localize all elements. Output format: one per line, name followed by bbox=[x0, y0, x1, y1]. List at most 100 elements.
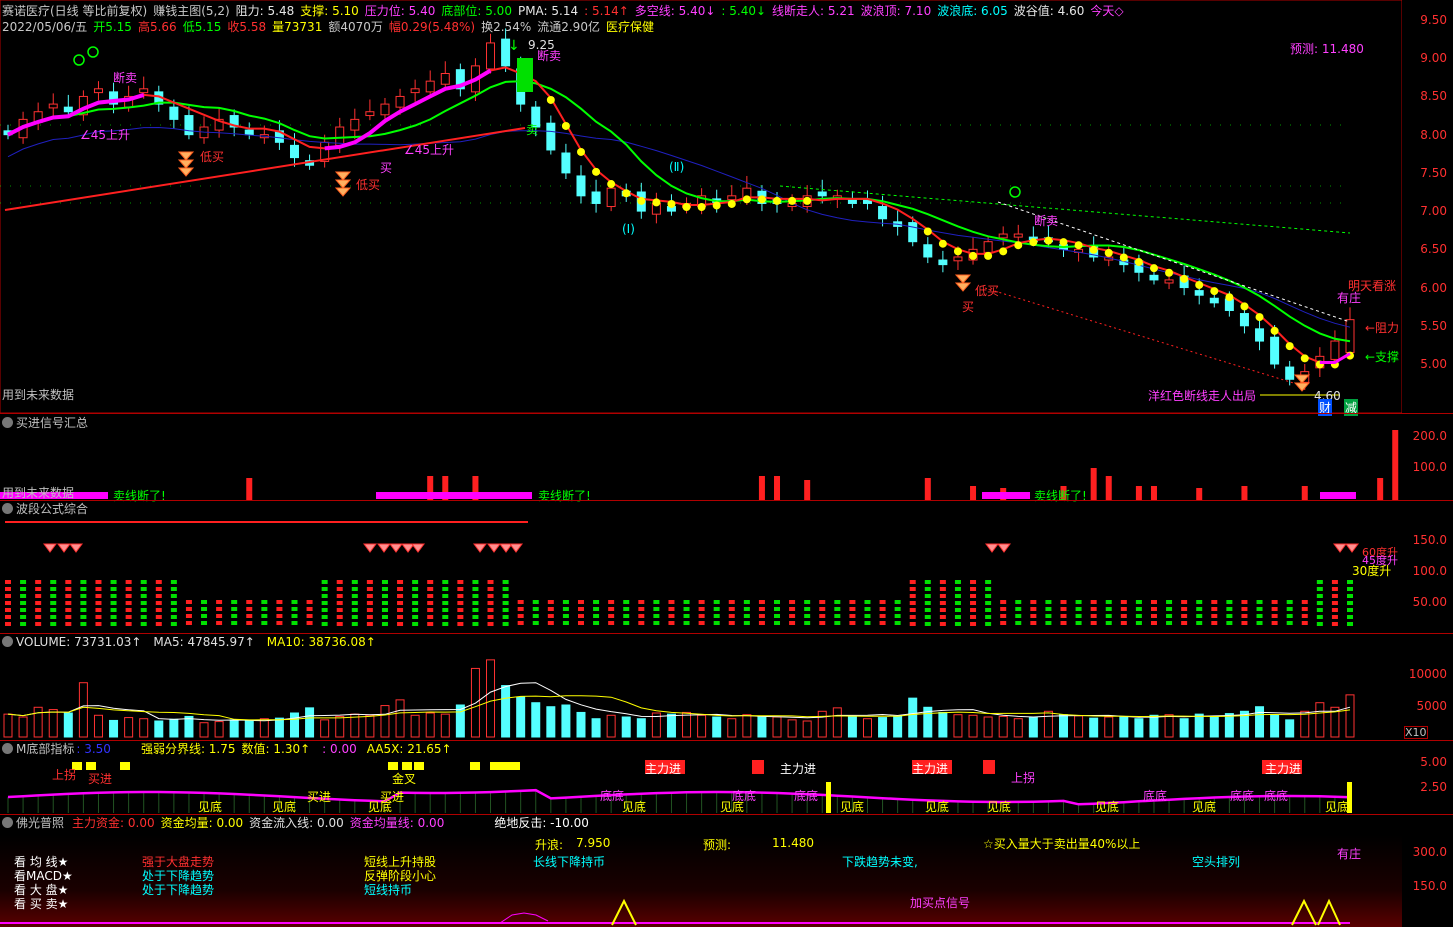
support-arrow-label: ←支撑 bbox=[1365, 350, 1400, 364]
volume-bar bbox=[63, 712, 73, 738]
wave-block bbox=[381, 580, 388, 584]
price-tick: 5.00 bbox=[1420, 357, 1447, 371]
didi-label-1: 底底 bbox=[600, 789, 625, 803]
wave-block bbox=[50, 594, 57, 598]
wave-block bbox=[140, 601, 147, 605]
jincha-label: 金叉 bbox=[392, 772, 417, 786]
wave-block bbox=[834, 607, 841, 611]
wave-block bbox=[246, 621, 253, 625]
jiandi-label-9: 见底 bbox=[1095, 800, 1120, 814]
gem-icon bbox=[377, 543, 391, 553]
wave-block bbox=[879, 607, 886, 611]
wave-block bbox=[246, 614, 253, 618]
wave-block bbox=[170, 615, 177, 619]
volume-bar bbox=[1179, 718, 1189, 738]
wave-block bbox=[593, 621, 600, 625]
wave-block bbox=[1166, 607, 1173, 611]
wave-block bbox=[457, 622, 464, 626]
dimai-label-2: 低买 bbox=[356, 178, 381, 192]
dimai-label: 低买 bbox=[200, 150, 225, 164]
volume-panel-chart[interactable] bbox=[0, 633, 1402, 740]
green-ma-line bbox=[7, 80, 1351, 343]
wave-block bbox=[804, 621, 811, 625]
wave-block bbox=[80, 594, 87, 598]
yellow-signal-dot bbox=[637, 196, 646, 205]
wave-block bbox=[351, 580, 358, 584]
wave-block bbox=[1105, 607, 1112, 611]
wave-block bbox=[321, 580, 328, 584]
volume-bar bbox=[1255, 706, 1265, 738]
candle-body bbox=[1209, 297, 1219, 304]
wave-block bbox=[110, 580, 117, 584]
zhulijin-box bbox=[752, 760, 764, 774]
wave-block bbox=[789, 621, 796, 625]
candle-body bbox=[335, 126, 345, 146]
future-data-label: 用到未来数据 bbox=[2, 388, 75, 402]
wave-block bbox=[140, 608, 147, 612]
yellow-signal-dot bbox=[1225, 293, 1234, 302]
volume-bar bbox=[862, 718, 872, 738]
wave-block bbox=[1015, 600, 1022, 604]
wave-block bbox=[985, 615, 992, 619]
wave-block bbox=[381, 594, 388, 598]
wave-block bbox=[95, 615, 102, 619]
wave-block bbox=[412, 587, 419, 591]
down-arrow-icon: ↓ bbox=[508, 38, 520, 54]
wave-block bbox=[713, 600, 720, 604]
candle-body bbox=[878, 206, 888, 220]
wave-block bbox=[894, 621, 901, 625]
wave-block bbox=[1286, 614, 1293, 618]
main-price-chart[interactable]: ↓ bbox=[0, 0, 1402, 413]
gem-icon bbox=[43, 543, 57, 553]
volume-bar bbox=[305, 707, 315, 738]
wave-block bbox=[140, 580, 147, 584]
wave-block bbox=[170, 594, 177, 598]
wave-block bbox=[502, 587, 509, 591]
candle-body bbox=[1239, 313, 1249, 327]
zhulijin-label-1: 主力进 bbox=[645, 762, 682, 776]
wave-block bbox=[532, 600, 539, 604]
wave-block bbox=[35, 587, 42, 591]
fg-col3-3: 短线持币 bbox=[364, 883, 413, 897]
wave-block bbox=[110, 622, 117, 626]
wave-block bbox=[638, 621, 645, 625]
yellow-signal-dot bbox=[742, 195, 751, 204]
candle-body bbox=[1255, 328, 1265, 342]
wave-block bbox=[201, 607, 208, 611]
wave-block bbox=[291, 600, 298, 604]
wave-block bbox=[864, 621, 871, 625]
wave-block bbox=[638, 614, 645, 618]
wave-block bbox=[336, 580, 343, 584]
wave-block bbox=[457, 580, 464, 584]
wave-block bbox=[668, 600, 675, 604]
wave-block bbox=[1316, 594, 1323, 598]
wave-block bbox=[1271, 600, 1278, 604]
wave-block bbox=[487, 608, 494, 612]
angle-up-label-2: ∠45上升 bbox=[404, 143, 455, 157]
volume-bar bbox=[968, 714, 978, 738]
fg-left-4: 看 买 卖★ bbox=[14, 897, 69, 911]
volume-bar bbox=[169, 718, 179, 738]
wave-block bbox=[593, 614, 600, 618]
fg-jiamai: 加买点信号 bbox=[910, 896, 971, 910]
wave-block bbox=[185, 607, 192, 611]
wave-tick: 50.00 bbox=[1412, 595, 1447, 609]
sl-label: 升浪: bbox=[535, 838, 564, 852]
wave-block bbox=[623, 607, 630, 611]
wave-block bbox=[668, 621, 675, 625]
wave-block bbox=[110, 587, 117, 591]
wave-block bbox=[593, 607, 600, 611]
wave-block bbox=[1211, 600, 1218, 604]
yellow-signal-dot bbox=[1255, 313, 1264, 322]
wave-block bbox=[35, 615, 42, 619]
wave-block bbox=[1090, 607, 1097, 611]
signal-panel-chart[interactable] bbox=[0, 414, 1402, 500]
volume-tick: 10000 bbox=[1408, 667, 1447, 681]
wave-panel-chart[interactable] bbox=[0, 500, 1402, 633]
wave-tick: 100.0 bbox=[1412, 564, 1447, 578]
wave-block bbox=[1256, 621, 1263, 625]
wave-block bbox=[1347, 622, 1353, 626]
candle-body bbox=[139, 88, 149, 94]
wave-block bbox=[1166, 600, 1173, 604]
wave-block bbox=[427, 601, 434, 605]
